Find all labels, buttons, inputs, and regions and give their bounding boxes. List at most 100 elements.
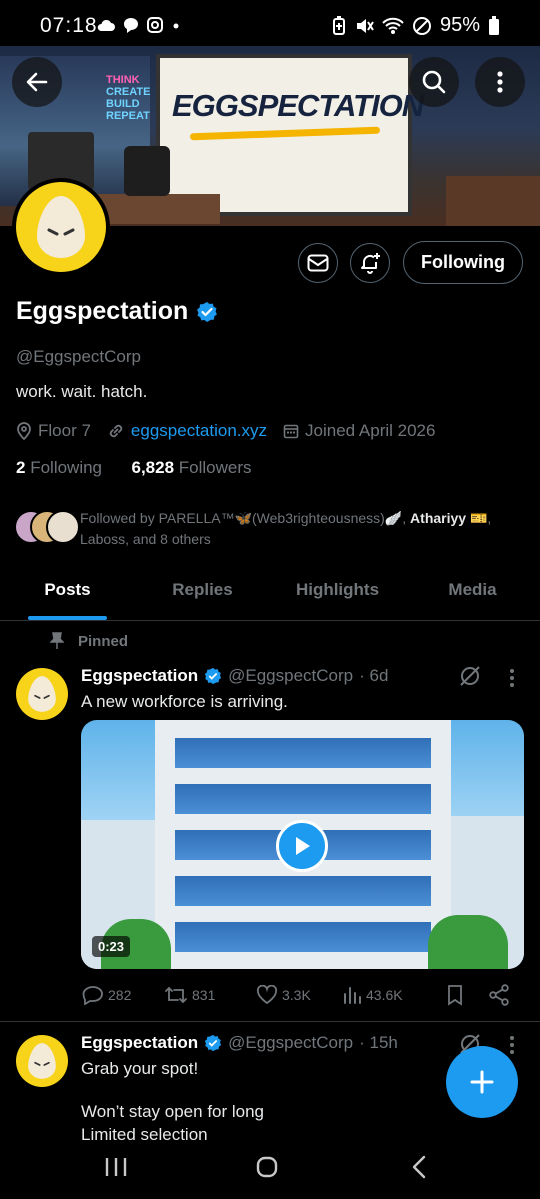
- like-action[interactable]: 3.3K: [256, 985, 342, 1005]
- followers-count: 6,828: [131, 458, 175, 477]
- system-nav-bar: [0, 1140, 540, 1199]
- tab-label: Highlights: [295, 580, 380, 599]
- heart-icon: [256, 985, 278, 1005]
- tab-media[interactable]: Media: [405, 568, 540, 620]
- bookmark-icon[interactable]: [446, 984, 464, 1006]
- tab-posts[interactable]: Posts: [0, 568, 135, 620]
- post-divider: [0, 1021, 540, 1022]
- follower-avatar: [46, 510, 80, 544]
- followed-by-text: Followed by PARELLA™🦋(Web3righteousness)…: [80, 508, 520, 550]
- neon-line-build: BUILD: [106, 98, 140, 110]
- post-text: A new workforce is arriving.: [81, 692, 288, 711]
- search-button[interactable]: [409, 57, 459, 107]
- dot-icon: [173, 23, 179, 29]
- post-header: Eggspectation @EggspectCorp · 15h: [81, 1033, 398, 1053]
- battery-percent: 95%: [439, 14, 480, 36]
- bell-plus-icon: [361, 253, 380, 274]
- post-avatar[interactable]: [16, 1035, 68, 1087]
- chair-illustration: [124, 146, 170, 196]
- post-avatar[interactable]: [16, 668, 68, 720]
- followed-by-sep: ,: [402, 510, 411, 526]
- post-more-icon[interactable]: [508, 1035, 516, 1055]
- recent-apps-icon[interactable]: [104, 1156, 128, 1178]
- views-count: 43.6K: [366, 987, 403, 1003]
- reply-icon: [82, 986, 103, 1005]
- chat-icon: [124, 18, 138, 33]
- post-text-line: Limited selection: [81, 1125, 208, 1140]
- repost-action[interactable]: 831: [164, 985, 256, 1005]
- repost-icon: [165, 986, 187, 1004]
- calendar-icon: [283, 424, 299, 439]
- location-item: Floor 7: [16, 421, 91, 441]
- website-item[interactable]: eggspectation.xyz: [107, 421, 267, 441]
- profile-bio: work. wait. hatch.: [16, 382, 148, 401]
- following-count: 2: [16, 458, 26, 477]
- share-icon[interactable]: [488, 984, 510, 1006]
- followed-by-suffix: ,: [487, 510, 492, 526]
- profile-tabs: Posts Replies Highlights Media: [0, 568, 540, 621]
- plus-icon: [470, 1070, 494, 1094]
- grok-icon[interactable]: [458, 664, 482, 688]
- joined-item: Joined April 2026: [283, 421, 435, 441]
- pinned-label: Pinned: [78, 632, 129, 650]
- following-label: Following: [30, 458, 103, 477]
- verified-badge-icon[interactable]: [196, 301, 218, 323]
- more-options-button[interactable]: [475, 57, 525, 107]
- status-time: 07:18: [40, 14, 98, 37]
- reply-action[interactable]: 282: [82, 985, 164, 1005]
- home-icon[interactable]: [256, 1156, 278, 1178]
- tab-replies[interactable]: Replies: [135, 568, 270, 620]
- instagram-icon: [147, 17, 163, 33]
- views-chart-icon: [344, 987, 361, 1004]
- more-vertical-icon: [497, 71, 503, 93]
- wifi-icon: [382, 17, 404, 34]
- avatar-background: [16, 182, 106, 272]
- search-icon: [422, 70, 446, 94]
- board-underline: [189, 126, 381, 141]
- tab-label: Media: [448, 580, 497, 599]
- following-button[interactable]: Following: [403, 241, 523, 284]
- post-text-line: Grab your spot!: [81, 1059, 199, 1078]
- dnd-icon: [412, 16, 431, 35]
- post-author-name[interactable]: Eggspectation: [81, 1033, 198, 1053]
- post-author-handle: @EggspectCorp: [228, 666, 354, 685]
- profile-avatar[interactable]: [12, 178, 110, 276]
- shelf-illustration: [446, 176, 540, 226]
- verified-badge-icon: [204, 1034, 222, 1052]
- link-icon: [109, 424, 123, 438]
- egg-icon: [28, 676, 56, 712]
- tab-highlights[interactable]: Highlights: [270, 568, 405, 620]
- battery-saver-icon: [332, 15, 345, 35]
- post-time: · 6d: [359, 666, 389, 685]
- notification-icons: [96, 16, 182, 34]
- post-author-handle: @EggspectCorp: [228, 1033, 354, 1052]
- location-text: Floor 7: [38, 421, 91, 440]
- mail-icon: [307, 254, 329, 272]
- post-text-line: Won’t stay open for long: [81, 1102, 265, 1121]
- followers-count-link[interactable]: 6,828 Followers: [131, 458, 251, 477]
- back-nav-icon[interactable]: [408, 1155, 430, 1179]
- board-title: EGGSPECTATION: [172, 88, 424, 123]
- neon-line-create: CREATE: [106, 86, 151, 98]
- tab-label: Replies: [172, 580, 233, 599]
- followers-label: Followers: [178, 458, 252, 477]
- post-more-icon[interactable]: [508, 668, 516, 688]
- active-tab-indicator: [28, 616, 107, 620]
- views-action[interactable]: 43.6K: [342, 985, 446, 1005]
- followed-by-prefix: Followed by: [80, 510, 159, 526]
- whiteboard: EGGSPECTATION: [156, 54, 424, 216]
- cloud-icon: [97, 19, 115, 31]
- message-button[interactable]: [298, 243, 338, 283]
- notifications-button[interactable]: [350, 243, 390, 283]
- following-count-link[interactable]: 2 Following: [16, 458, 102, 477]
- profile-name: Eggspectation: [16, 297, 218, 326]
- compose-post-button[interactable]: [446, 1046, 518, 1118]
- website-link[interactable]: eggspectation.xyz: [131, 421, 267, 441]
- play-button[interactable]: [276, 820, 328, 872]
- play-icon: [296, 837, 310, 855]
- egg-icon: [37, 196, 85, 258]
- tab-label: Posts: [44, 580, 91, 599]
- neon-line-repeat: REPEAT: [106, 110, 150, 122]
- back-button[interactable]: [12, 57, 62, 107]
- post-author-name[interactable]: Eggspectation: [81, 666, 198, 686]
